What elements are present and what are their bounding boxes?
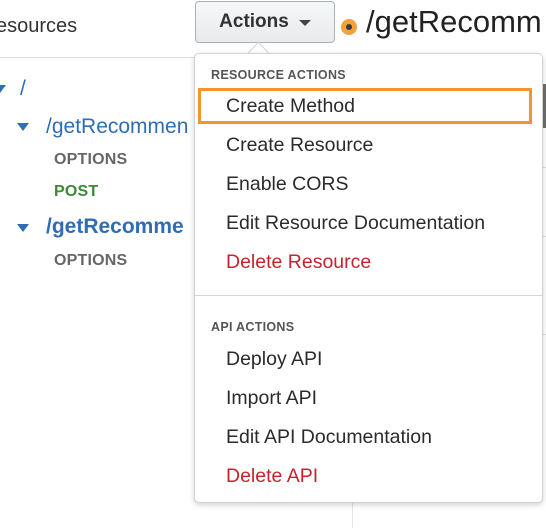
panel-title: esources bbox=[0, 15, 78, 37]
section-header-api-actions: API ACTIONS bbox=[211, 320, 295, 334]
method-options[interactable]: OPTIONS bbox=[54, 252, 127, 270]
menu-item-create-method[interactable]: Create Method bbox=[226, 95, 355, 118]
menu-item-delete-resource[interactable]: Delete Resource bbox=[226, 251, 371, 274]
cursor-dot-icon bbox=[341, 19, 357, 35]
tree-item-root[interactable]: / bbox=[20, 77, 26, 101]
tree-item-getrecommen[interactable]: /getRecommen bbox=[46, 115, 188, 139]
menu-item-create-resource[interactable]: Create Resource bbox=[226, 134, 373, 157]
menu-divider bbox=[195, 295, 542, 296]
method-post[interactable]: POST bbox=[54, 183, 98, 201]
expand-caret-icon[interactable] bbox=[17, 123, 29, 131]
menu-item-import-api[interactable]: Import API bbox=[226, 387, 317, 410]
actions-dropdown-menu: RESOURCE ACTIONS Create Method Create Re… bbox=[194, 53, 543, 503]
menu-item-edit-resource-documentation[interactable]: Edit Resource Documentation bbox=[226, 212, 485, 235]
resource-path-heading: /getRecomm bbox=[366, 4, 542, 39]
section-header-resource-actions: RESOURCE ACTIONS bbox=[211, 68, 346, 82]
menu-item-enable-cors[interactable]: Enable CORS bbox=[226, 173, 348, 196]
expand-caret-icon[interactable] bbox=[17, 224, 29, 232]
tree-item-getrecomme[interactable]: /getRecomme bbox=[46, 215, 184, 239]
panel-divider bbox=[0, 57, 200, 58]
expand-caret-icon[interactable] bbox=[0, 85, 6, 93]
menu-item-delete-api[interactable]: Delete API bbox=[226, 465, 318, 488]
chevron-down-icon bbox=[298, 20, 311, 26]
resources-panel: esources / /getRecommen OPTIONS POST /ge… bbox=[0, 0, 210, 528]
menu-item-edit-api-documentation[interactable]: Edit API Documentation bbox=[226, 426, 432, 449]
method-options[interactable]: OPTIONS bbox=[54, 151, 127, 169]
actions-button[interactable]: Actions bbox=[195, 1, 335, 43]
actions-button-label: Actions bbox=[219, 11, 289, 32]
menu-item-deploy-api[interactable]: Deploy API bbox=[226, 348, 322, 371]
